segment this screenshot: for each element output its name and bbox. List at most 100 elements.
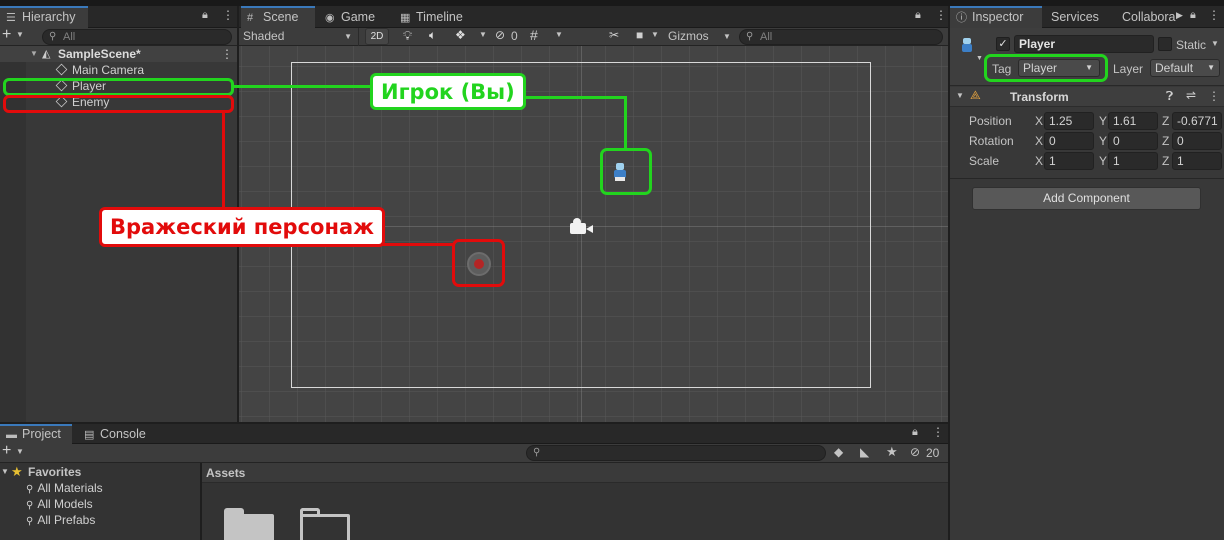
tab-project-label: Project bbox=[22, 427, 61, 441]
inspector-tabbar: ⓘ Inspector Services Collabora ▶ 🔒︎ ⋮ bbox=[950, 6, 1224, 28]
chevron-down-icon[interactable]: ▼ bbox=[976, 55, 983, 62]
hierarchy-item-main-camera[interactable]: Main Camera bbox=[55, 62, 145, 78]
scale-x-field[interactable]: 1 bbox=[1044, 152, 1094, 170]
filter-type-icon[interactable]: ◆ bbox=[834, 445, 843, 459]
plus-icon[interactable]: + bbox=[2, 26, 11, 44]
axis-z-label: Z bbox=[1162, 134, 1170, 148]
filter-label-icon[interactable]: ◣ bbox=[860, 445, 869, 459]
expand-arrow-icon[interactable]: ▼ bbox=[1, 467, 9, 476]
hidden-count: 0 bbox=[511, 29, 518, 43]
transform-header[interactable]: ▼ ⟁ Transform ❓︎ ⇌ ⋮ bbox=[950, 87, 1224, 107]
menu-icon[interactable]: ⋮ bbox=[932, 425, 944, 439]
tab-services[interactable]: Services bbox=[1045, 6, 1105, 28]
help-icon[interactable]: ❓︎ bbox=[1166, 89, 1173, 104]
favorites-item-prefabs[interactable]: ⚲ All Prefabs bbox=[26, 512, 95, 528]
component-menu-icon[interactable]: ⋮ bbox=[1208, 89, 1220, 103]
menu-icon[interactable]: ⋮ bbox=[222, 8, 234, 22]
visibility-icon[interactable]: ⊘ bbox=[495, 28, 505, 42]
chevron-down-icon[interactable]: ▼ bbox=[555, 30, 563, 39]
audio-icon[interactable]: 🔈︎ bbox=[429, 28, 436, 43]
2d-toggle-button[interactable]: 2D bbox=[365, 28, 389, 45]
folder-icon[interactable] bbox=[224, 508, 274, 540]
expand-arrow-icon[interactable]: ▼ bbox=[956, 91, 964, 100]
search-icon: ⚲ bbox=[26, 484, 34, 495]
tab-scene[interactable]: # Scene bbox=[241, 6, 315, 28]
effects-icon[interactable]: ❖ bbox=[455, 28, 466, 42]
scene-menu-icon[interactable]: ⋮ bbox=[221, 46, 233, 62]
favorites-item-models[interactable]: ⚲ All Models bbox=[26, 496, 93, 512]
camera-icon[interactable]: ■ bbox=[636, 28, 643, 42]
chevron-down-icon[interactable]: ▼ bbox=[479, 30, 487, 39]
player-annotation-text: Игрок (Вы) bbox=[381, 80, 515, 104]
add-component-button[interactable]: Add Component bbox=[972, 187, 1201, 210]
game-controller-icon: ◉ bbox=[325, 12, 335, 24]
project-assets-panel: Assets bbox=[202, 463, 948, 540]
tab-inspector[interactable]: ⓘ Inspector bbox=[950, 6, 1042, 28]
axis-y-label: Y bbox=[1099, 154, 1108, 168]
lock-icon[interactable]: 🔒︎ bbox=[202, 9, 208, 22]
shading-mode-dropdown[interactable]: Shaded ▼ bbox=[239, 28, 359, 46]
tab-console[interactable]: ▤ Console bbox=[78, 423, 152, 445]
star-icon[interactable]: ★ bbox=[886, 444, 898, 460]
tab-game[interactable]: ◉ Game bbox=[319, 6, 381, 28]
tools-icon[interactable]: ✂ bbox=[609, 28, 619, 42]
tab-hierarchy[interactable]: ☰ Hierarchy bbox=[0, 6, 88, 28]
favorites-label[interactable]: Favorites bbox=[28, 465, 81, 479]
rotation-y-field[interactable]: 0 bbox=[1108, 132, 1158, 150]
info-icon: ⓘ bbox=[956, 12, 967, 24]
scene-search-input[interactable]: ⚲ All bbox=[739, 29, 943, 45]
axis-y-label: Y bbox=[1099, 134, 1108, 148]
scene-root-row[interactable]: ▼ ◭ SampleScene* ⋮ bbox=[0, 46, 237, 62]
grid-icon[interactable]: # bbox=[530, 27, 538, 43]
star-icon: ★ bbox=[11, 464, 23, 479]
favorites-item-label: All Materials bbox=[37, 481, 103, 495]
hierarchy-item-label: Main Camera bbox=[72, 63, 145, 77]
tab-services-label: Services bbox=[1051, 10, 1099, 24]
project-search-input[interactable]: ⚲ bbox=[526, 445, 826, 461]
add-component-label: Add Component bbox=[1043, 191, 1130, 205]
lock-icon[interactable]: 🔒︎ bbox=[912, 426, 918, 439]
transform-icon: ⟁ bbox=[970, 88, 981, 102]
visibility-icon[interactable]: ⊘ bbox=[910, 445, 920, 459]
expand-arrow-icon[interactable]: ▼ bbox=[30, 46, 38, 62]
player-annotation-line bbox=[515, 96, 627, 99]
tab-collaborate[interactable]: Collabora bbox=[1116, 6, 1176, 28]
scene-grid-icon: # bbox=[247, 12, 254, 24]
rotation-z-field[interactable]: 0 bbox=[1172, 132, 1222, 150]
scale-y-field[interactable]: 1 bbox=[1108, 152, 1158, 170]
chevron-down-icon[interactable]: ▼ bbox=[16, 30, 24, 39]
position-x-field[interactable]: 1.25 bbox=[1044, 112, 1094, 130]
empty-folder-icon[interactable] bbox=[300, 508, 350, 540]
static-checkbox[interactable] bbox=[1158, 37, 1172, 51]
tab-timeline[interactable]: ▦ Timeline bbox=[394, 6, 469, 28]
plus-icon[interactable]: + bbox=[2, 442, 11, 460]
chevron-down-icon[interactable]: ▼ bbox=[651, 30, 659, 39]
active-checkbox[interactable]: ✓ bbox=[996, 37, 1010, 51]
layer-dropdown[interactable]: Default ▼ bbox=[1150, 59, 1220, 77]
camera-gizmo[interactable] bbox=[568, 218, 596, 236]
position-y-field[interactable]: 1.61 bbox=[1108, 112, 1158, 130]
chevron-down-icon: ▼ bbox=[1207, 63, 1215, 72]
menu-icon[interactable]: ⋮ bbox=[935, 8, 947, 22]
chevron-right-icon[interactable]: ▶ bbox=[1176, 10, 1183, 21]
position-z-field[interactable]: -0.6771 bbox=[1172, 112, 1222, 130]
sliders-icon[interactable]: ⇌ bbox=[1186, 88, 1196, 102]
chevron-down-icon[interactable]: ▼ bbox=[1211, 39, 1219, 48]
scale-z-field[interactable]: 1 bbox=[1172, 152, 1222, 170]
gizmos-dropdown[interactable]: Gizmos ▼ bbox=[665, 28, 735, 46]
player-annotation-label: Игрок (Вы) bbox=[370, 73, 526, 110]
lock-icon[interactable]: 🔒︎ bbox=[1190, 9, 1196, 22]
scene-toolbar: Shaded ▼ 2D 💡︎ 🔈︎ ❖ ▼ ⊘ 0 # ▼ ✂ ■ ▼ Gizm… bbox=[239, 27, 948, 46]
light-icon[interactable]: 💡︎ bbox=[403, 28, 412, 44]
chevron-down-icon[interactable]: ▼ bbox=[16, 447, 24, 456]
hierarchy-search-input[interactable]: ⚲ All bbox=[42, 29, 232, 45]
favorites-item-materials[interactable]: ⚲ All Materials bbox=[26, 480, 103, 496]
rotation-x-field[interactable]: 0 bbox=[1044, 132, 1094, 150]
transform-row-position: Position X 1.25 Y 1.61 Z -0.6771 bbox=[950, 111, 1224, 131]
player-object-icon-body bbox=[962, 44, 972, 52]
tab-console-label: Console bbox=[100, 427, 146, 441]
menu-icon[interactable]: ⋮ bbox=[1208, 8, 1220, 22]
gameobject-icon bbox=[55, 63, 68, 76]
lock-icon[interactable]: 🔒︎ bbox=[915, 9, 921, 22]
object-name-field[interactable]: Player bbox=[1014, 35, 1154, 53]
